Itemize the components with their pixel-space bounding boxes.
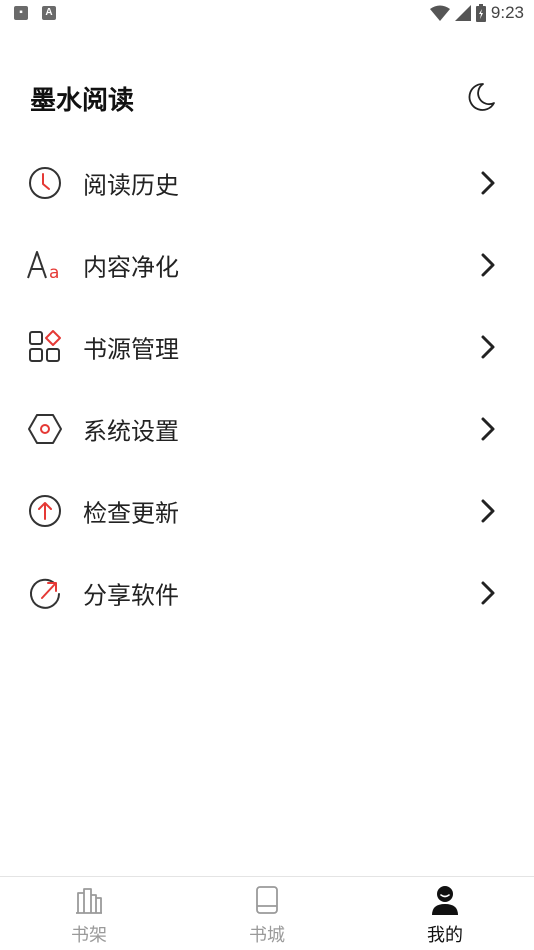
user-icon <box>432 886 458 915</box>
grid-icon <box>29 330 61 362</box>
menu-label: 检查更新 <box>83 499 179 528</box>
bookshelf-icon <box>76 888 102 914</box>
chevron-right-icon <box>481 581 495 605</box>
menu-item-book-source[interactable]: 书源管理 <box>0 306 534 388</box>
signal-icon <box>454 5 471 21</box>
chevron-right-icon <box>481 253 495 277</box>
chevron-right-icon <box>481 171 495 195</box>
tab-bookstore[interactable]: 书城 <box>207 877 327 950</box>
svg-text:a: a <box>49 263 59 283</box>
menu-item-content-purify[interactable]: a 内容净化 <box>0 224 534 306</box>
menu-label: 内容净化 <box>83 253 179 282</box>
wifi-icon <box>429 5 450 21</box>
font-icon: a <box>27 251 59 283</box>
menu-label: 系统设置 <box>83 417 179 446</box>
share-circle-icon <box>30 578 60 609</box>
tab-mine[interactable]: 我的 <box>385 877 505 950</box>
book-icon <box>256 886 278 914</box>
menu-item-share-app[interactable]: 分享软件 <box>0 552 534 634</box>
tab-bookshelf[interactable]: 书架 <box>29 877 149 950</box>
notification-a-icon: A <box>42 6 56 20</box>
chevron-right-icon <box>481 335 495 359</box>
app-title: 墨水阅读 <box>30 86 135 116</box>
menu-item-system-settings[interactable]: 系统设置 <box>0 388 534 470</box>
system-indicators: 9:23 <box>429 3 524 23</box>
notification-app-icon: ▪ <box>14 6 28 20</box>
clock-time: 9:23 <box>490 3 524 22</box>
bottom-tab-bar: 书架 书城 我的 <box>0 876 534 950</box>
chevron-right-icon <box>481 417 495 441</box>
tab-label: 我的 <box>427 925 463 946</box>
menu-item-reading-history[interactable]: 阅读历史 <box>0 142 534 224</box>
menu-label: 阅读历史 <box>83 171 179 200</box>
status-bar: ▪ A 9:23 <box>0 0 534 28</box>
menu-label: 分享软件 <box>83 581 179 610</box>
clock-icon <box>29 167 61 199</box>
chevron-right-icon <box>481 499 495 523</box>
tab-label: 书架 <box>71 925 107 946</box>
hexagon-settings-icon <box>28 414 62 444</box>
notification-icons: ▪ A <box>14 6 56 20</box>
arrow-up-circle-icon <box>29 495 61 527</box>
menu-label: 书源管理 <box>83 335 179 364</box>
menu-item-check-update[interactable]: 检查更新 <box>0 470 534 552</box>
tab-label: 书城 <box>249 925 285 946</box>
header: 墨水阅读 <box>30 78 498 118</box>
menu-list: 阅读历史 a 内容净化 书源管理 系统设置 检查更新 分享软件 <box>0 142 534 634</box>
battery-icon <box>475 4 486 22</box>
moon-icon[interactable] <box>464 80 498 114</box>
